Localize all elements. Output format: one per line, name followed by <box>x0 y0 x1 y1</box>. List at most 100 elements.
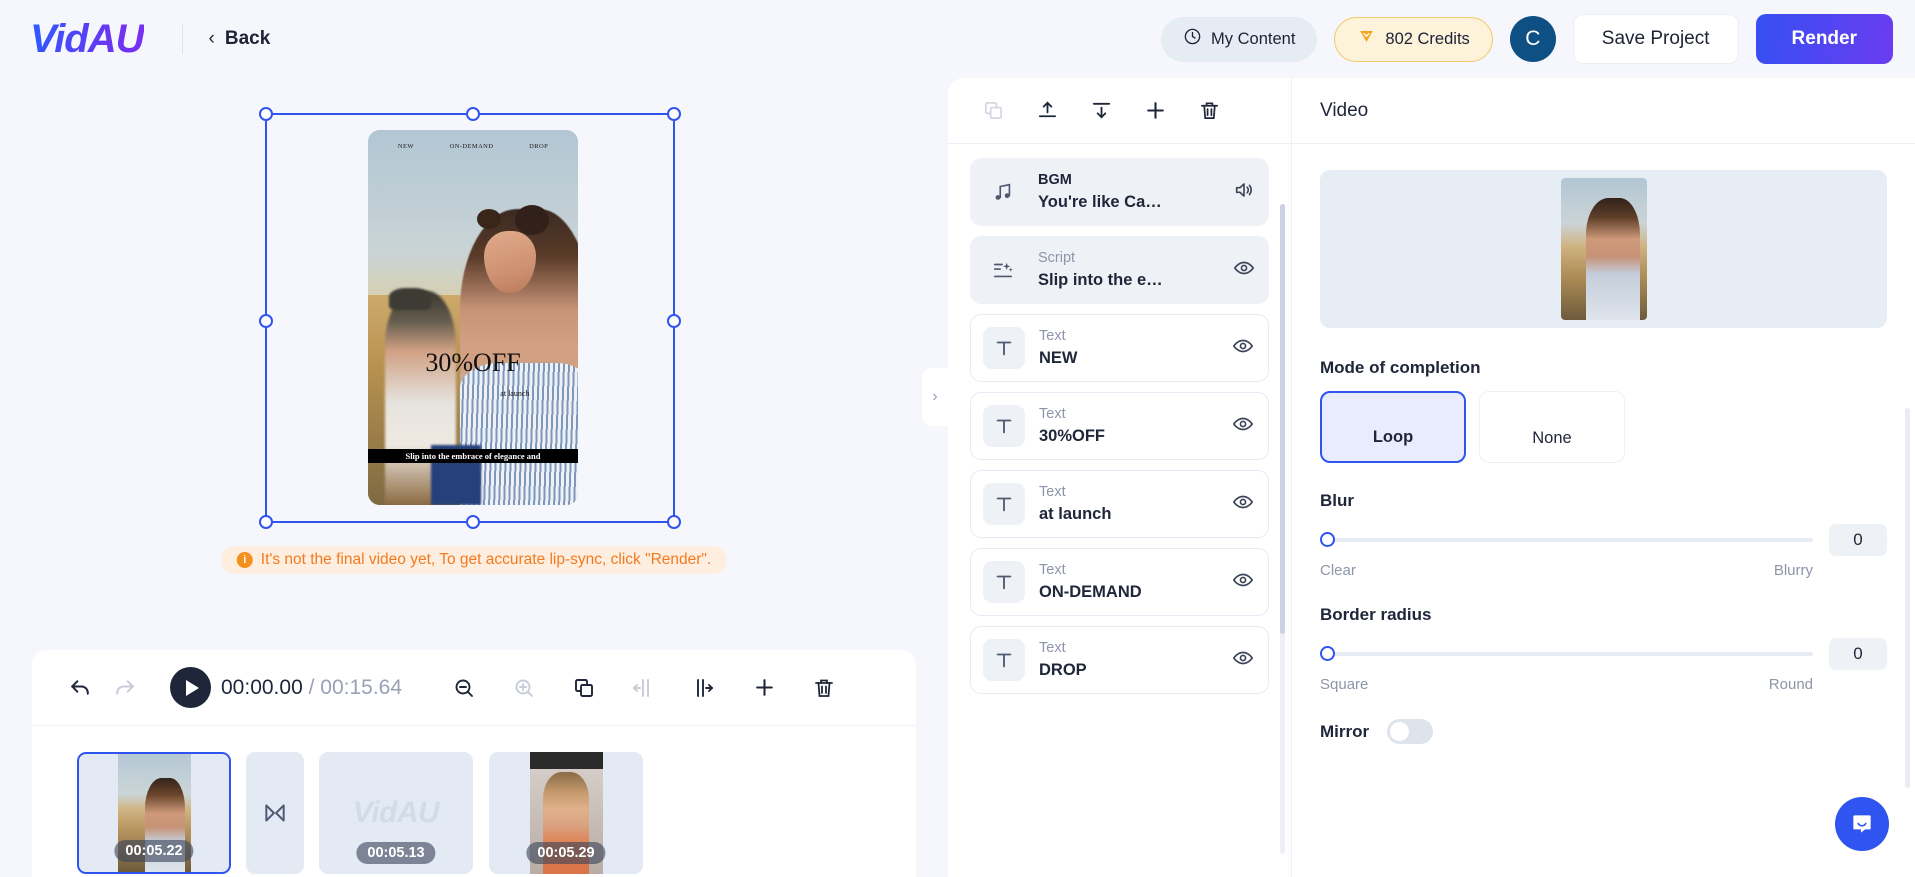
eye-icon[interactable] <box>1232 647 1254 674</box>
mirror-label: Mirror <box>1320 721 1370 741</box>
move-to-top-icon[interactable] <box>1024 88 1070 134</box>
layers-scrollbar-thumb[interactable] <box>1280 204 1285 634</box>
list-item[interactable]: Text 30%OFF <box>970 392 1269 460</box>
layer-kind: Text <box>1039 484 1066 501</box>
layers-list: BGM You're like Ca… Script Slip into the… <box>948 144 1291 877</box>
layer-kind: Text <box>1039 640 1066 657</box>
border-radius-min-label: Square <box>1320 676 1369 693</box>
layer-text: Text DROP <box>1039 639 1232 681</box>
eye-icon[interactable] <box>1232 569 1254 596</box>
split-right-icon[interactable] <box>682 666 726 710</box>
list-item[interactable]: Text at launch <box>970 470 1269 538</box>
list-item[interactable]: Script Slip into the e… <box>970 236 1269 304</box>
add-layer-icon[interactable] <box>1132 88 1178 134</box>
duplicate-icon[interactable] <box>562 666 606 710</box>
chat-bubble-icon[interactable] <box>1835 797 1889 851</box>
transition-marker[interactable] <box>246 752 304 874</box>
timeline-tools <box>442 666 846 710</box>
layer-name: ON-DEMAND <box>1039 582 1142 601</box>
text-icon <box>983 561 1025 603</box>
script-sparkle-icon <box>982 249 1024 291</box>
current-time: 00:00.00 <box>221 675 303 699</box>
eye-icon[interactable] <box>1232 491 1254 518</box>
layer-name: Slip into the e… <box>1038 270 1163 289</box>
mirror-row: Mirror <box>1320 719 1887 744</box>
resize-handle-top-center[interactable] <box>466 107 480 121</box>
list-item[interactable]: BGM You're like Ca… <box>970 158 1269 226</box>
render-button[interactable]: Render <box>1755 14 1893 64</box>
layer-text: BGM You're like Ca… <box>1038 171 1233 213</box>
list-item[interactable]: Text NEW <box>970 314 1269 382</box>
border-radius-value[interactable]: 0 <box>1829 638 1887 670</box>
speaker-icon[interactable] <box>1233 179 1255 206</box>
my-content-button[interactable]: My Content <box>1161 16 1318 62</box>
mode-option-loop[interactable]: Loop <box>1320 391 1466 463</box>
layer-name: 30%OFF <box>1039 426 1106 445</box>
timeline-clip[interactable]: 00:05.22 <box>77 752 231 874</box>
border-radius-slider-knob[interactable] <box>1320 646 1335 661</box>
mode-of-completion-label: Mode of completion <box>1320 358 1481 377</box>
lipsync-warning: i It's not the final video yet, To get a… <box>220 546 728 574</box>
resize-handle-middle-right[interactable] <box>667 314 681 328</box>
blur-slider-track <box>1320 538 1813 542</box>
clip-duration: 00:05.22 <box>114 840 194 862</box>
resize-handle-middle-left[interactable] <box>259 314 273 328</box>
delete-layer-icon[interactable] <box>1186 88 1232 134</box>
blur-label: Blur <box>1320 491 1354 510</box>
copy-icon <box>970 88 1016 134</box>
eye-icon[interactable] <box>1232 335 1254 362</box>
mirror-toggle[interactable] <box>1387 719 1434 744</box>
list-item[interactable]: Text ON-DEMAND <box>970 548 1269 616</box>
layers-scrollbar[interactable] <box>1280 204 1285 854</box>
mode-option-none[interactable]: None <box>1479 391 1625 463</box>
timeline-toolbar: 00:00.00 / 00:15.64 <box>32 650 916 726</box>
redo-arrow-icon <box>102 666 146 710</box>
layer-name: You're like Ca… <box>1038 192 1162 211</box>
add-icon[interactable] <box>742 666 786 710</box>
collapse-panel-button[interactable]: › <box>922 368 948 426</box>
avatar[interactable]: C <box>1509 16 1556 62</box>
blur-max-label: Blurry <box>1773 562 1813 579</box>
border-radius-slider-labels: Square Round <box>1320 676 1887 693</box>
delete-icon[interactable] <box>802 666 846 710</box>
play-button[interactable] <box>170 667 211 708</box>
resize-handle-bottom-left[interactable] <box>259 515 273 529</box>
resize-handle-bottom-center[interactable] <box>466 515 480 529</box>
editor-left-column: NEW ON-DEMAND DROP 30%OFF at launch Slip… <box>0 78 948 877</box>
blur-slider[interactable] <box>1320 532 1813 548</box>
list-item[interactable]: Text DROP <box>970 626 1269 694</box>
main-area: NEW ON-DEMAND DROP 30%OFF at launch Slip… <box>0 78 1915 877</box>
timeline-clip[interactable]: 00:05.29 <box>489 752 643 874</box>
lipsync-warning-text: It's not the final video yet, To get acc… <box>260 551 712 568</box>
layer-name: NEW <box>1039 348 1078 367</box>
media-preview-box[interactable] <box>1320 170 1887 328</box>
properties-panel: Video Mode of completion Loop None Blur … <box>1291 78 1915 877</box>
timeline-panel: 00:00.00 / 00:15.64 00:05.22 VidAU 00:05… <box>32 650 916 877</box>
save-project-button[interactable]: Save Project <box>1572 14 1739 64</box>
eye-icon[interactable] <box>1232 413 1254 440</box>
blur-value[interactable]: 0 <box>1829 524 1887 556</box>
move-to-bottom-icon[interactable] <box>1078 88 1124 134</box>
layers-toolbar <box>948 78 1291 144</box>
zoom-out-icon[interactable] <box>442 666 486 710</box>
layer-name: at launch <box>1039 504 1112 523</box>
resize-handle-bottom-right[interactable] <box>667 515 681 529</box>
back-button[interactable]: ‹ Back <box>209 28 271 50</box>
border-radius-slider-row: 0 <box>1320 638 1887 670</box>
credits-button[interactable]: 802 Credits <box>1334 16 1493 62</box>
selection-frame[interactable] <box>259 107 681 529</box>
timeline-clip[interactable]: VidAU 00:05.13 <box>319 752 473 874</box>
resize-handle-top-left[interactable] <box>259 107 273 121</box>
blur-slider-knob[interactable] <box>1320 532 1335 547</box>
resize-handle-top-right[interactable] <box>667 107 681 121</box>
border-radius-slider[interactable] <box>1320 646 1813 662</box>
diamond-credit-icon <box>1357 27 1376 51</box>
undo-arrow-icon[interactable] <box>58 666 102 710</box>
layer-name: DROP <box>1039 660 1087 679</box>
text-icon <box>983 327 1025 369</box>
app-logo: VidAU <box>30 16 145 61</box>
properties-scrollbar[interactable] <box>1905 408 1910 788</box>
credits-label: 802 Credits <box>1385 29 1470 48</box>
clock-icon <box>1183 27 1202 51</box>
eye-icon[interactable] <box>1233 257 1255 284</box>
